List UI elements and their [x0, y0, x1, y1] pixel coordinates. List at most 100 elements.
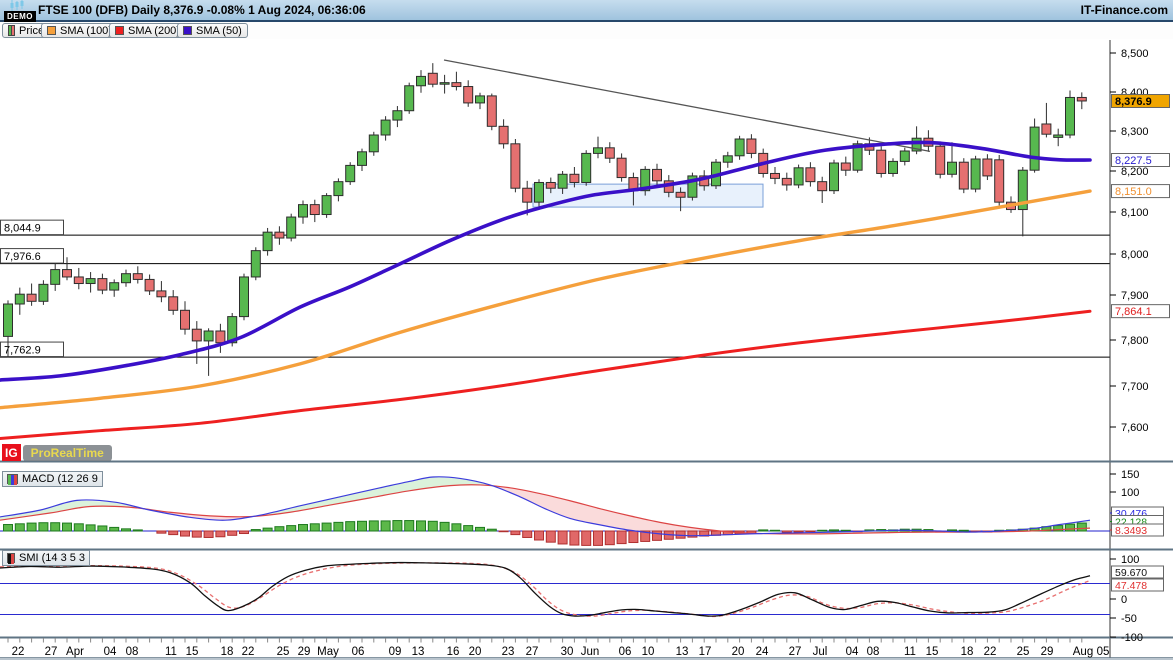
chart-canvas[interactable]: 8,044.97,976.67,762.98,5008,4008,3008,20…	[0, 0, 1173, 660]
legend-tab-label: SMA (200)	[128, 25, 180, 37]
candle-up	[86, 279, 95, 284]
candle-up	[417, 76, 426, 85]
candle-up	[39, 284, 48, 301]
sma50-line[interactable]	[0, 142, 1090, 380]
macd-bar-up	[959, 530, 968, 531]
macd-bar-down	[594, 531, 603, 545]
macd-bar-down	[806, 531, 815, 532]
brand-link[interactable]: IT-Finance.com	[1081, 3, 1168, 17]
price-tick-label: 8,200	[1121, 166, 1149, 178]
smi-value-label: 59.670	[1115, 567, 1147, 579]
smi-tab-label: SMI (14 3 5 3	[19, 552, 85, 564]
macd-bar-up	[358, 521, 367, 531]
macd-bar-up	[98, 526, 107, 531]
macd-tab-label: MACD (12 26 9	[22, 473, 98, 485]
chart-window: 8,044.97,976.67,762.98,5008,4008,3008,20…	[0, 0, 1173, 660]
legend-tab-sma100[interactable]: SMA (100)	[41, 23, 118, 38]
macd-bar-up	[841, 530, 850, 531]
candle-up	[476, 96, 485, 103]
time-axis-label: 10	[642, 646, 655, 658]
price-axis[interactable]: 8,5008,4008,3008,2008,1008,0007,9007,800…	[1110, 48, 1170, 434]
macd-bar-down	[570, 531, 579, 545]
smi-indicator-tab[interactable]: SMI (14 3 5 3	[2, 550, 90, 566]
ig-logo[interactable]: IG	[2, 444, 21, 461]
descending-trendline[interactable]	[444, 60, 930, 151]
candle-down	[546, 182, 555, 188]
candle-up	[51, 270, 60, 285]
macd-bar-down	[228, 531, 237, 535]
candle-up	[1030, 127, 1039, 170]
time-axis-label: 20	[469, 646, 482, 658]
candle-up	[15, 294, 24, 304]
candle-down	[818, 182, 827, 191]
macd-bar-down	[782, 531, 791, 532]
candle-down	[157, 291, 166, 297]
macd-bar-up	[263, 528, 272, 531]
prorealtime-logo[interactable]: IG ProRealTime	[2, 444, 112, 461]
time-axis[interactable]: 2227Apr0408111518222529May06091316202327…	[8, 638, 1109, 658]
macd-bar-up	[39, 523, 48, 531]
prorealtime-wordmark[interactable]: ProRealTime	[23, 445, 112, 461]
time-axis-label: Aug	[1073, 646, 1093, 658]
macd-bar-up	[476, 527, 485, 531]
legend-tab-sma200[interactable]: SMA (200)	[109, 23, 186, 38]
smi-value-box: 47.478	[1112, 579, 1164, 592]
candle-up	[287, 217, 296, 238]
macd-bar-up	[122, 529, 131, 531]
macd-fill-bullish	[250, 477, 493, 517]
sma200-line[interactable]	[0, 311, 1090, 438]
macd-bar-up	[440, 522, 449, 531]
candle-down	[27, 294, 36, 301]
macd-panel[interactable]: 15010030.47622.1288.3493	[0, 469, 1164, 545]
candle-down	[782, 178, 791, 185]
candle-up	[794, 168, 803, 185]
candle-down	[995, 160, 1004, 202]
candle-down	[499, 126, 508, 143]
axis-value-box: 8,376.9	[1112, 95, 1170, 109]
macd-bar-up	[818, 530, 827, 531]
sma50-swatch-icon	[183, 26, 192, 35]
price-tick-label: 8,500	[1121, 48, 1149, 60]
price-tick-label: 8,000	[1121, 249, 1149, 261]
macd-bar-up	[452, 524, 461, 531]
time-axis-label: 11	[904, 646, 916, 658]
candle-down	[747, 139, 756, 153]
axis-value-box: 7,864.1	[1112, 305, 1170, 319]
time-axis-label: 15	[186, 646, 199, 658]
candle-up	[358, 152, 367, 166]
macd-signal-line	[0, 485, 1090, 534]
candle-up	[948, 162, 957, 174]
candle-up	[240, 277, 249, 317]
candle-down	[983, 159, 992, 176]
smi-value-box: 59.670	[1112, 566, 1164, 579]
candle-down	[275, 232, 284, 238]
price-tick-label: 7,800	[1121, 335, 1149, 347]
macd-bar-down	[204, 531, 213, 537]
time-axis-label: Apr	[66, 646, 84, 658]
candle-down	[487, 96, 496, 126]
candle-down	[133, 274, 142, 280]
candle-down	[169, 297, 178, 311]
legend-tab-sma50[interactable]: SMA (50)	[177, 23, 248, 38]
sma100-line[interactable]	[0, 191, 1090, 408]
macd-bar-down	[558, 531, 567, 544]
macd-indicator-tab[interactable]: MACD (12 26 9	[2, 471, 103, 487]
candle-down	[936, 146, 945, 174]
smi-tick-label: 0	[1121, 594, 1127, 606]
macd-bar-down	[240, 531, 249, 534]
price-chart-plot[interactable]: 8,044.97,976.67,762.9	[0, 60, 1110, 438]
axis-value-label: 8,376.9	[1115, 96, 1152, 108]
smi-panel[interactable]: 1000-50-10059.67047.478	[0, 554, 1164, 644]
macd-bar-up	[133, 530, 142, 531]
macd-value-label: 8.3493	[1115, 525, 1147, 537]
axis-value-label: 8,151.0	[1115, 186, 1152, 198]
macd-bar-up	[299, 525, 308, 531]
macd-bar-up	[464, 526, 473, 531]
level-label: 7,976.6	[4, 251, 41, 263]
macd-bar-down	[511, 531, 520, 535]
candle-up	[900, 151, 909, 161]
time-axis-label: 05	[1097, 646, 1110, 658]
macd-bar-down	[181, 531, 190, 536]
time-axis-label: 17	[699, 646, 712, 658]
macd-bar-up	[346, 522, 355, 531]
